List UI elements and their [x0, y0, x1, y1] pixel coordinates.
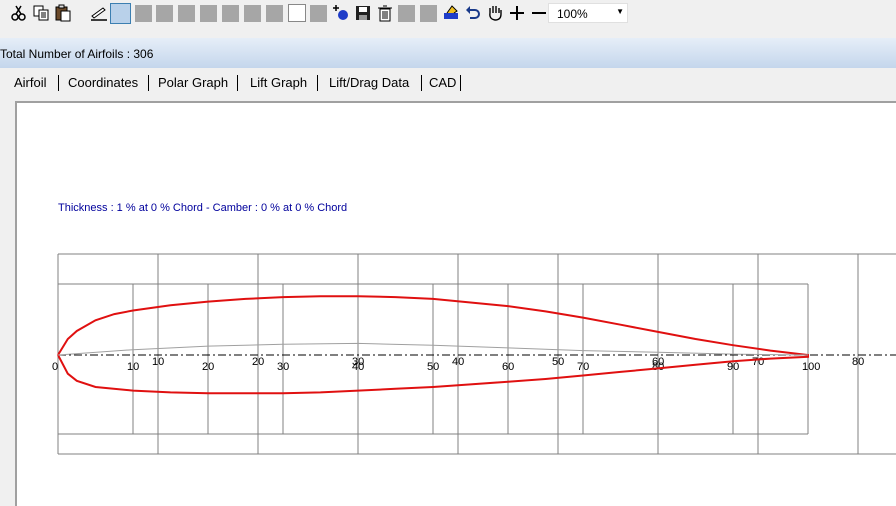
outer-tick-label: 50 — [552, 356, 564, 368]
outer-tick-label: 30 — [352, 356, 364, 368]
inner-tick-label: 90 — [727, 361, 739, 373]
inner-tick-label: 60 — [502, 361, 514, 373]
inner-tick-label: 100 — [802, 361, 820, 373]
airfoil-plot: 0 10 20 30 40 50 60 70 80 90 10010 20 30 40 50 60 70 80 — [52, 253, 896, 455]
inner-tick-label: 10 — [127, 361, 139, 373]
inner-tick-label: 50 — [427, 361, 439, 373]
inner-tick-label: 20 — [202, 361, 214, 373]
outer-tick-label: 40 — [452, 356, 464, 368]
inner-tick-label: 30 — [277, 361, 289, 373]
inner-tick-label: 0 — [52, 361, 58, 373]
outer-tick-label: 60 — [652, 356, 664, 368]
outer-tick-label: 80 — [852, 356, 864, 368]
inner-tick-label: 70 — [577, 361, 589, 373]
outer-tick-label: 20 — [252, 356, 264, 368]
outer-tick-label: 70 — [752, 356, 764, 368]
outer-tick-label: 10 — [152, 356, 164, 368]
